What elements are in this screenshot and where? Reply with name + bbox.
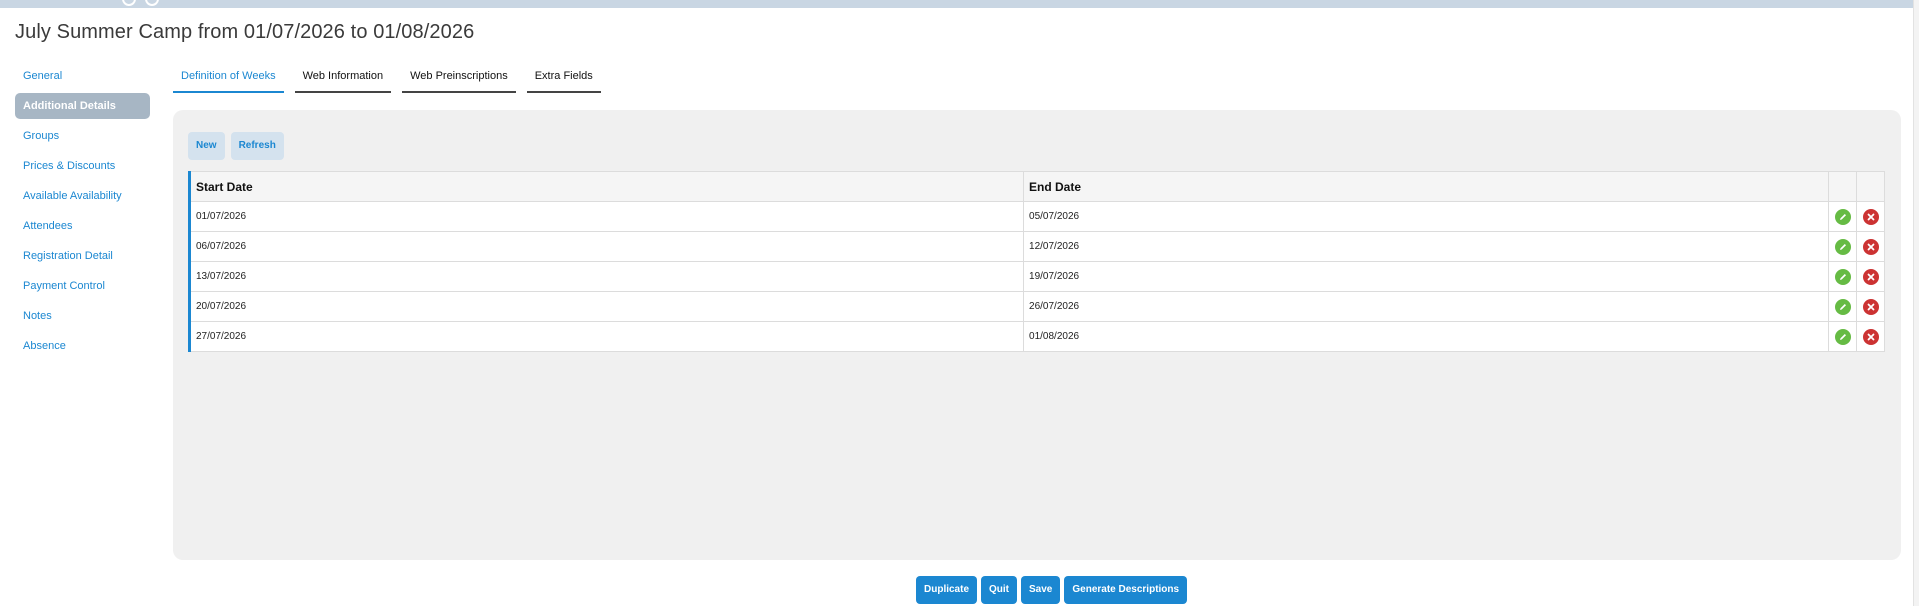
sidebar-item-registration-detail[interactable]: Registration Detail xyxy=(15,243,150,269)
column-header-start-date[interactable]: Start Date xyxy=(191,172,1025,201)
close-icon[interactable] xyxy=(1862,298,1879,315)
edit-cell xyxy=(1829,322,1858,351)
tab-bar: Definition of Weeks Web Information Web … xyxy=(173,66,612,94)
start-date-cell: 01/07/2026 xyxy=(191,202,1025,231)
sidebar-item-notes[interactable]: Notes xyxy=(15,303,150,329)
start-date-cell: 13/07/2026 xyxy=(191,262,1025,291)
end-date-cell: 12/07/2026 xyxy=(1024,232,1830,261)
topbar-circle-icon xyxy=(122,0,136,6)
edit-cell xyxy=(1829,232,1858,261)
sidebar-item-absence[interactable]: Absence xyxy=(15,333,150,359)
close-icon[interactable] xyxy=(1862,268,1879,285)
column-header-edit xyxy=(1829,172,1858,201)
tab-definition-of-weeks[interactable]: Definition of Weeks xyxy=(173,66,284,93)
tab-extra-fields[interactable]: Extra Fields xyxy=(526,66,601,93)
pencil-icon[interactable] xyxy=(1834,268,1851,285)
table-row[interactable]: 01/07/2026 05/07/2026 xyxy=(191,202,1885,232)
table-row[interactable]: 06/07/2026 12/07/2026 xyxy=(191,232,1885,262)
sidebar-item-attendees[interactable]: Attendees xyxy=(15,213,150,239)
end-date-cell: 05/07/2026 xyxy=(1024,202,1830,231)
sidebar: General Additional Details Groups Prices… xyxy=(15,63,150,363)
end-date-cell: 01/08/2026 xyxy=(1024,322,1830,351)
start-date-cell: 06/07/2026 xyxy=(191,232,1025,261)
close-icon[interactable] xyxy=(1862,238,1879,255)
close-icon[interactable] xyxy=(1862,328,1879,345)
tab-web-preinscriptions[interactable]: Web Preinscriptions xyxy=(402,66,516,93)
generate-descriptions-button[interactable]: Generate Descriptions xyxy=(1064,576,1188,604)
pencil-icon[interactable] xyxy=(1834,238,1851,255)
sidebar-item-payment-control[interactable]: Payment Control xyxy=(15,273,150,299)
edit-cell xyxy=(1829,202,1858,231)
weeks-table: Start Date End Date 01/07/2026 05/07/202… xyxy=(188,171,1885,352)
page-scrollbar[interactable] xyxy=(1913,0,1919,606)
close-icon[interactable] xyxy=(1862,208,1879,225)
duplicate-button[interactable]: Duplicate xyxy=(916,576,978,604)
delete-cell xyxy=(1857,262,1885,291)
bottom-actions: Duplicate Quit Save Generate Description… xyxy=(916,576,1191,604)
table-header-row: Start Date End Date xyxy=(191,171,1885,202)
start-date-cell: 20/07/2026 xyxy=(191,292,1025,321)
delete-cell xyxy=(1857,232,1885,261)
end-date-cell: 19/07/2026 xyxy=(1024,262,1830,291)
quit-button[interactable]: Quit xyxy=(981,576,1018,604)
top-bar xyxy=(0,0,1919,8)
delete-cell xyxy=(1857,292,1885,321)
end-date-cell: 26/07/2026 xyxy=(1024,292,1830,321)
pencil-icon[interactable] xyxy=(1834,208,1851,225)
column-header-delete xyxy=(1857,172,1885,201)
weeks-panel: New Refresh Start Date End Date 01/07/20… xyxy=(173,110,1901,560)
table-row[interactable]: 20/07/2026 26/07/2026 xyxy=(191,292,1885,322)
refresh-button[interactable]: Refresh xyxy=(230,132,284,160)
table-row[interactable]: 27/07/2026 01/08/2026 xyxy=(191,322,1885,352)
topbar-circle-icon xyxy=(145,0,159,6)
sidebar-item-groups[interactable]: Groups xyxy=(15,123,150,149)
edit-cell xyxy=(1829,262,1858,291)
pencil-icon[interactable] xyxy=(1834,328,1851,345)
sidebar-item-general[interactable]: General xyxy=(15,63,150,89)
sidebar-item-available-availability[interactable]: Available Availability xyxy=(15,183,150,209)
sidebar-item-additional-details[interactable]: Additional Details xyxy=(15,93,150,119)
start-date-cell: 27/07/2026 xyxy=(191,322,1025,351)
tab-web-information[interactable]: Web Information xyxy=(294,66,392,93)
column-header-end-date[interactable]: End Date xyxy=(1024,172,1830,201)
sidebar-item-prices-discounts[interactable]: Prices & Discounts xyxy=(15,153,150,179)
delete-cell xyxy=(1857,322,1885,351)
edit-cell xyxy=(1829,292,1858,321)
save-button[interactable]: Save xyxy=(1021,576,1061,604)
table-row[interactable]: 13/07/2026 19/07/2026 xyxy=(191,262,1885,292)
grid-toolbar: New Refresh xyxy=(188,132,290,160)
new-button[interactable]: New xyxy=(188,132,225,160)
page-title: July Summer Camp from 01/07/2026 to 01/0… xyxy=(15,21,475,43)
pencil-icon[interactable] xyxy=(1834,298,1851,315)
delete-cell xyxy=(1857,202,1885,231)
